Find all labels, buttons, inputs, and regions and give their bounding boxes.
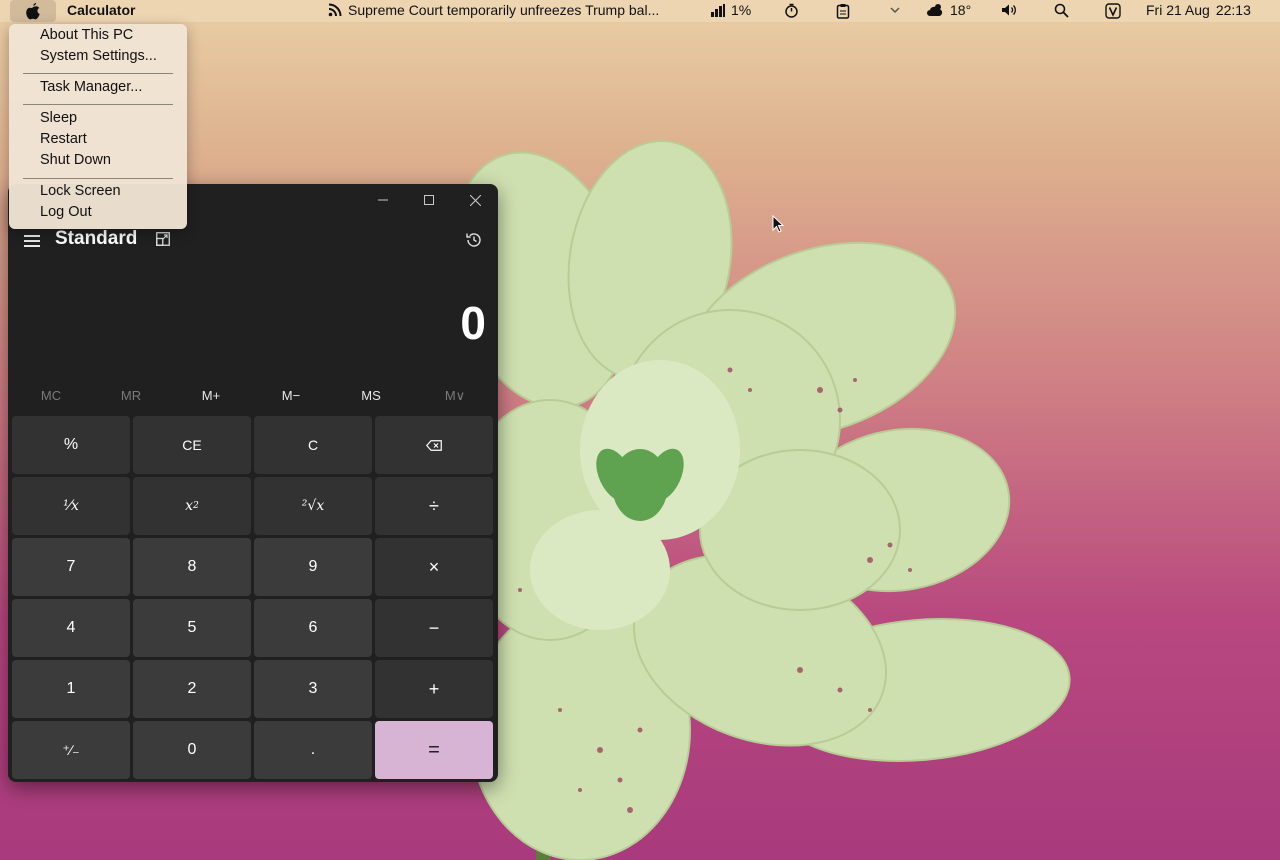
menu-item-restart[interactable]: Restart <box>40 129 87 149</box>
menu-item-about-this-pc[interactable]: About This PC <box>40 25 133 45</box>
divide-button[interactable]: ÷ <box>375 477 493 535</box>
volume-button[interactable] <box>1001 3 1018 17</box>
close-icon <box>469 194 481 206</box>
weather-temp: 18° <box>950 2 972 18</box>
rss-icon <box>328 3 342 17</box>
active-app-name[interactable]: Calculator <box>67 2 135 18</box>
memory-store-button[interactable]: MS <box>331 388 411 403</box>
timer-icon <box>785 3 798 18</box>
digit-4-button[interactable]: 4 <box>12 599 130 657</box>
digit-1-button[interactable]: 1 <box>12 660 130 718</box>
digit-3-button[interactable]: 3 <box>254 660 372 718</box>
weather-icon <box>927 4 943 16</box>
digit-6-button[interactable]: 6 <box>254 599 372 657</box>
minimize-button[interactable] <box>368 190 398 210</box>
clear-entry-button[interactable]: CE <box>133 416 251 474</box>
navigation-menu-button[interactable] <box>24 232 40 250</box>
digit-2-button[interactable]: 2 <box>133 660 251 718</box>
calculator-mode-title: Standard <box>55 228 138 249</box>
memory-row: MC MR M+ M− MS M∨ <box>11 384 495 408</box>
square-root-button[interactable]: ²√x <box>254 477 372 535</box>
history-icon[interactable] <box>465 231 483 249</box>
clipboard-button[interactable] <box>836 3 850 19</box>
backspace-icon <box>426 439 442 451</box>
digit-9-button[interactable]: 9 <box>254 538 372 596</box>
clock[interactable]: Fri 21 Aug 22:13 <box>1146 2 1251 18</box>
memory-subtract-button[interactable]: M− <box>251 388 331 403</box>
digit-5-button[interactable]: 5 <box>133 599 251 657</box>
keep-on-top-icon[interactable] <box>156 232 170 246</box>
timer-button[interactable] <box>784 3 799 18</box>
multiply-button[interactable]: × <box>375 538 493 596</box>
menu-item-lock-screen[interactable]: Lock Screen <box>40 181 121 201</box>
maximize-button[interactable] <box>414 190 444 210</box>
square-base: x <box>185 498 194 514</box>
menu-item-task-manager[interactable]: Task Manager... <box>40 77 142 97</box>
digit-0-button[interactable]: 0 <box>133 721 251 779</box>
clock-time: 22:13 <box>1215 2 1251 18</box>
wallpaper-flower <box>450 140 1071 860</box>
digit-7-button[interactable]: 7 <box>12 538 130 596</box>
chevron-down-icon <box>890 7 900 14</box>
clipboard-icon <box>836 4 850 19</box>
add-button[interactable]: + <box>375 660 493 718</box>
subtract-button[interactable]: − <box>375 599 493 657</box>
equals-button[interactable]: = <box>375 721 493 779</box>
negate-button[interactable]: ⁺∕₋ <box>12 721 130 779</box>
apple-logo-icon <box>26 3 40 20</box>
minimize-icon <box>378 199 388 201</box>
news-ticker[interactable]: Supreme Court temporarily unfreezes Trum… <box>328 2 659 18</box>
clear-button[interactable]: C <box>254 416 372 474</box>
menu-bar: Calculator Supreme Court temporarily unf… <box>0 0 1280 22</box>
signal-bars-icon <box>711 3 725 17</box>
square-button[interactable]: x2 <box>133 477 251 535</box>
reciprocal-button[interactable]: ¹⁄x <box>12 477 130 535</box>
v-app-button[interactable] <box>1105 3 1121 19</box>
news-headline: Supreme Court temporarily unfreezes Trum… <box>348 2 660 18</box>
menu-item-log-out[interactable]: Log Out <box>40 202 92 222</box>
menu-item-system-settings[interactable]: System Settings... <box>40 46 157 66</box>
apple-menu-button[interactable] <box>10 0 56 22</box>
menu-extras-button[interactable] <box>889 5 901 15</box>
result-display: 0 <box>460 297 486 349</box>
memory-list-button[interactable]: M∨ <box>415 388 495 404</box>
menu-item-shut-down[interactable]: Shut Down <box>40 150 111 170</box>
search-icon <box>1054 3 1069 18</box>
close-button[interactable] <box>460 190 490 210</box>
spotlight-search-button[interactable] <box>1054 3 1069 18</box>
memory-clear-button[interactable]: MC <box>11 388 91 403</box>
menu-separator <box>23 73 173 74</box>
clock-date: Fri 21 Aug <box>1146 2 1210 18</box>
digit-8-button[interactable]: 8 <box>133 538 251 596</box>
v-app-icon <box>1105 3 1121 19</box>
weather-status[interactable]: 18° <box>927 2 971 18</box>
apple-menu-dropdown: About This PC System Settings... Task Ma… <box>9 24 187 229</box>
menu-separator <box>23 104 173 105</box>
mouse-cursor-icon <box>772 215 784 233</box>
battery-percent: 1% <box>731 2 752 18</box>
backspace-button[interactable] <box>375 416 493 474</box>
memory-add-button[interactable]: M+ <box>171 388 251 403</box>
decimal-button[interactable]: . <box>254 721 372 779</box>
square-exponent: 2 <box>193 501 199 511</box>
maximize-icon <box>424 195 434 205</box>
menu-separator <box>23 178 173 179</box>
calculator-window: Standard 0 MC MR M+ M− MS M∨ % CE C ¹⁄x … <box>8 184 498 782</box>
memory-recall-button[interactable]: MR <box>91 388 171 403</box>
volume-icon <box>1002 4 1016 16</box>
menu-item-sleep[interactable]: Sleep <box>40 108 77 128</box>
percent-button[interactable]: % <box>12 416 130 474</box>
battery-status[interactable]: 1% <box>711 2 751 18</box>
